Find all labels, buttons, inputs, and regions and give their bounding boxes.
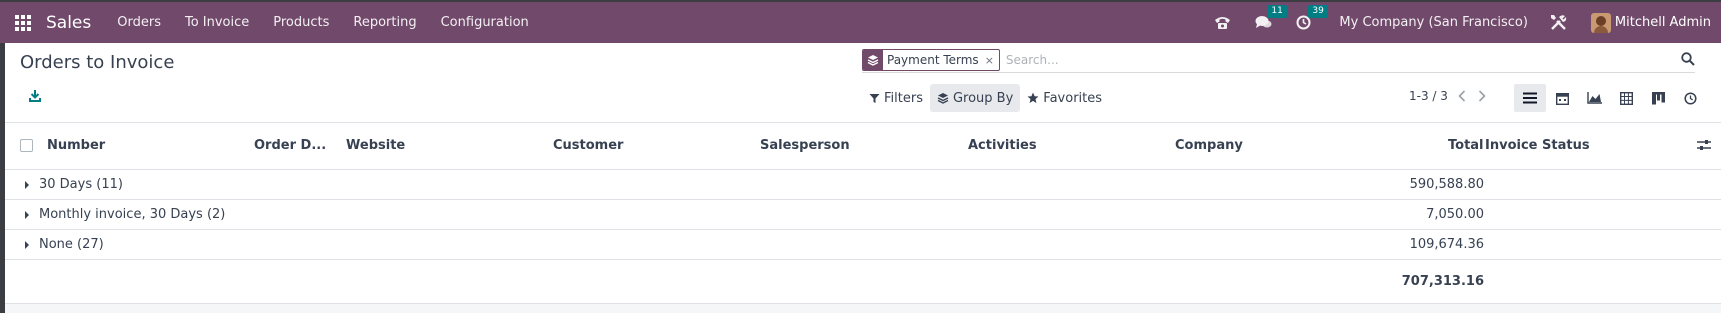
pivot-view-icon[interactable] (1610, 84, 1642, 112)
group-label: None (27) (39, 237, 104, 252)
search-input[interactable] (1005, 53, 1686, 67)
column-order-date[interactable]: Order D... (254, 138, 326, 153)
group-label: 30 Days (11) (39, 177, 123, 192)
phone-icon[interactable] (1214, 15, 1231, 30)
pager-previous-icon[interactable] (1458, 90, 1466, 102)
download-icon[interactable] (29, 89, 41, 106)
favorites-label: Favorites (1043, 90, 1103, 106)
column-customer[interactable]: Customer (553, 138, 623, 153)
menu-orders[interactable]: Orders (105, 15, 173, 30)
layers-icon (863, 50, 883, 70)
avatar[interactable] (1590, 12, 1611, 33)
kanban-view-icon[interactable] (1642, 84, 1674, 112)
menu-products[interactable]: Products (261, 15, 341, 30)
filters-button[interactable]: Filters (862, 84, 930, 112)
menu-reporting[interactable]: Reporting (341, 15, 428, 30)
column-website[interactable]: Website (346, 138, 405, 153)
company-switcher[interactable]: My Company (San Francisco) (1339, 15, 1527, 30)
facet-remove-button[interactable]: × (983, 54, 999, 67)
search-bar: Payment Terms × (862, 48, 1695, 73)
group-by-button[interactable]: Group By (929, 84, 1021, 112)
column-activities[interactable]: Activities (968, 138, 1037, 153)
graph-view-icon[interactable] (1578, 84, 1610, 112)
list-footer-area (5, 304, 1721, 313)
group-total: 109,674.36 (1409, 237, 1484, 252)
clock-icon[interactable]: 39 (1296, 5, 1328, 30)
user-menu[interactable]: Mitchell Admin (1615, 15, 1711, 30)
activity-view-icon[interactable] (1674, 84, 1706, 112)
group-total: 7,050.00 (1426, 207, 1484, 222)
menu-to-invoice[interactable]: To Invoice (173, 15, 261, 30)
favorites-button[interactable]: Favorites (1020, 84, 1109, 112)
apps-grid-icon[interactable] (15, 14, 31, 31)
menu-configuration[interactable]: Configuration (429, 15, 541, 30)
column-invoice-status[interactable]: Invoice Status (1485, 138, 1590, 153)
grand-total: 707,313.16 (1401, 274, 1484, 289)
select-all-checkbox[interactable] (20, 139, 33, 152)
filters-label: Filters (884, 90, 923, 106)
main-navbar: Sales Orders To Invoice Products Reporti… (0, 0, 1721, 43)
group-total: 590,588.80 (1409, 177, 1484, 192)
list-view-icon[interactable] (1514, 84, 1546, 112)
column-total[interactable]: Total (1448, 138, 1484, 153)
group-by-facet[interactable]: Payment Terms × (862, 49, 1000, 71)
group-by-label: Group By (952, 90, 1014, 106)
group-row[interactable]: 30 Days (11) 590,588.80 (5, 170, 1721, 200)
app-name[interactable]: Sales (46, 13, 91, 33)
pager-value[interactable]: 1-3 / 3 (1409, 89, 1448, 103)
messages-count-badge: 11 (1267, 5, 1287, 18)
tools-icon[interactable] (1550, 14, 1567, 31)
layers-icon (937, 93, 949, 104)
chat-icon[interactable]: 11 (1255, 5, 1287, 30)
group-label: Monthly invoice, 30 Days (2) (39, 207, 226, 222)
pager: 1-3 / 3 (1409, 89, 1486, 103)
star-icon (1027, 92, 1039, 103)
search-options: Filters Group By Favorites (862, 84, 1109, 112)
column-salesperson[interactable]: Salesperson (760, 138, 850, 153)
group-row[interactable]: None (27) 109,674.36 (5, 230, 1721, 260)
search-icon[interactable] (1681, 52, 1695, 70)
group-row[interactable]: Monthly invoice, 30 Days (2) 7,050.00 (5, 200, 1721, 230)
column-number[interactable]: Number (47, 138, 105, 153)
facet-label: Payment Terms (887, 53, 979, 67)
orders-list: Number Order D... Website Customer Sales… (5, 122, 1721, 304)
list-header: Number Order D... Website Customer Sales… (5, 123, 1721, 170)
calendar-view-icon[interactable] (1546, 84, 1578, 112)
activities-count-badge: 39 (1308, 5, 1328, 18)
navbar-systray: 11 39 My Company (San Francisco) Mitchel… (1202, 2, 1721, 43)
caret-right-icon (25, 211, 29, 219)
pager-next-icon[interactable] (1478, 90, 1486, 102)
filter-icon (869, 93, 880, 103)
column-company[interactable]: Company (1175, 138, 1243, 153)
optional-columns-icon[interactable] (1697, 139, 1711, 155)
caret-right-icon (25, 241, 29, 249)
aggregate-row: 707,313.16 (5, 260, 1721, 304)
page-title: Orders to Invoice (20, 52, 175, 73)
view-switcher (1514, 84, 1706, 112)
caret-right-icon (25, 181, 29, 189)
